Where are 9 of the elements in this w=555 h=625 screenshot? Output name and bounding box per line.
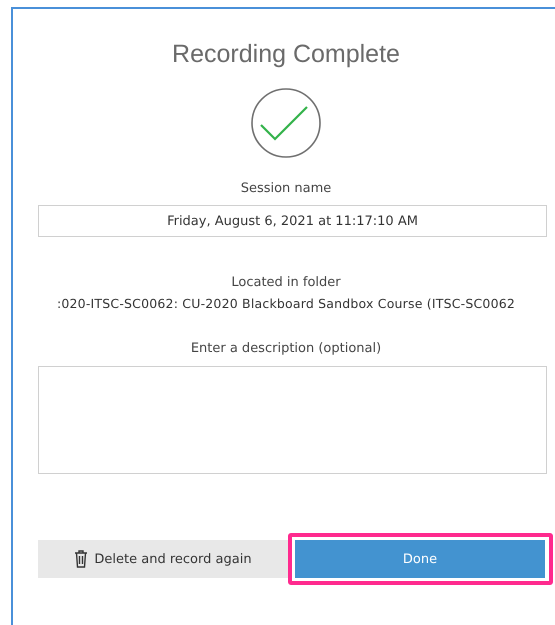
field-label: Enter a description (optional)	[190, 341, 382, 356]
session-name-field[interactable]: Friday, August 6, 2021 at 11:17:10 AM	[38, 205, 547, 237]
field-label: Located in folder	[230, 275, 341, 290]
field-label: Session name	[240, 181, 332, 196]
dialog-title: Recording Complete	[172, 40, 400, 69]
description-field[interactable]	[38, 366, 547, 474]
delete-button[interactable]: Delete and record again	[38, 540, 288, 578]
folder-path: :020-ITSC-SC0062: CU-2020 Blackboard Sandbox Course (ITSC-SC0062	[56, 296, 516, 311]
trash-icon	[74, 550, 88, 568]
